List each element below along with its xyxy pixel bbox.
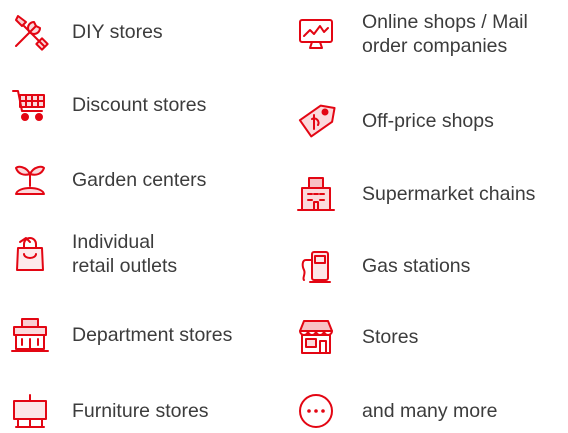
category-off-price-shops: Off-price shops bbox=[294, 99, 494, 143]
furniture-icon bbox=[8, 389, 52, 433]
category-supermarket-chains: Supermarket chains bbox=[294, 172, 535, 216]
category-label: Supermarket chains bbox=[362, 183, 536, 205]
retail-categories-grid: DIY stores Discount stores Garden center… bbox=[0, 0, 568, 431]
category-gas-stations: Gas stations bbox=[294, 244, 470, 288]
category-label: Garden centers bbox=[72, 169, 207, 191]
more-dots-icon bbox=[294, 389, 338, 433]
category-and-many-more: and many more bbox=[294, 389, 497, 433]
plant-sprout-icon bbox=[8, 158, 52, 202]
category-label: Gas stations bbox=[362, 255, 471, 277]
category-label: Furniture stores bbox=[72, 400, 209, 422]
category-discount-stores: Discount stores bbox=[8, 83, 206, 127]
category-label: Stores bbox=[362, 326, 419, 348]
category-label: DIY stores bbox=[72, 21, 163, 43]
category-department-stores: Department stores bbox=[8, 313, 232, 357]
category-label: Discount stores bbox=[72, 94, 207, 116]
category-diy-stores: DIY stores bbox=[8, 10, 163, 54]
tools-icon bbox=[8, 10, 52, 54]
storefront-icon bbox=[294, 315, 338, 359]
department-store-icon bbox=[8, 313, 52, 357]
shopping-cart-icon bbox=[8, 83, 52, 127]
shopping-bag-icon bbox=[8, 232, 52, 276]
category-online-shops: Online shops / Mail order companies bbox=[294, 10, 528, 58]
category-label: Department stores bbox=[72, 324, 233, 346]
category-stores: Stores bbox=[294, 315, 418, 359]
category-label: Off-price shops bbox=[362, 110, 494, 132]
category-garden-centers: Garden centers bbox=[8, 158, 206, 202]
price-tag-icon bbox=[294, 99, 338, 143]
category-individual-retail: Individual retail outlets bbox=[8, 230, 177, 278]
supermarket-building-icon bbox=[294, 172, 338, 216]
category-furniture-stores: Furniture stores bbox=[8, 389, 209, 433]
monitor-chart-icon bbox=[294, 12, 338, 56]
fuel-pump-icon bbox=[294, 244, 338, 288]
category-label: Online shops / Mail order companies bbox=[362, 11, 528, 57]
category-label: and many more bbox=[362, 400, 498, 422]
category-label: Individual retail outlets bbox=[72, 231, 178, 277]
